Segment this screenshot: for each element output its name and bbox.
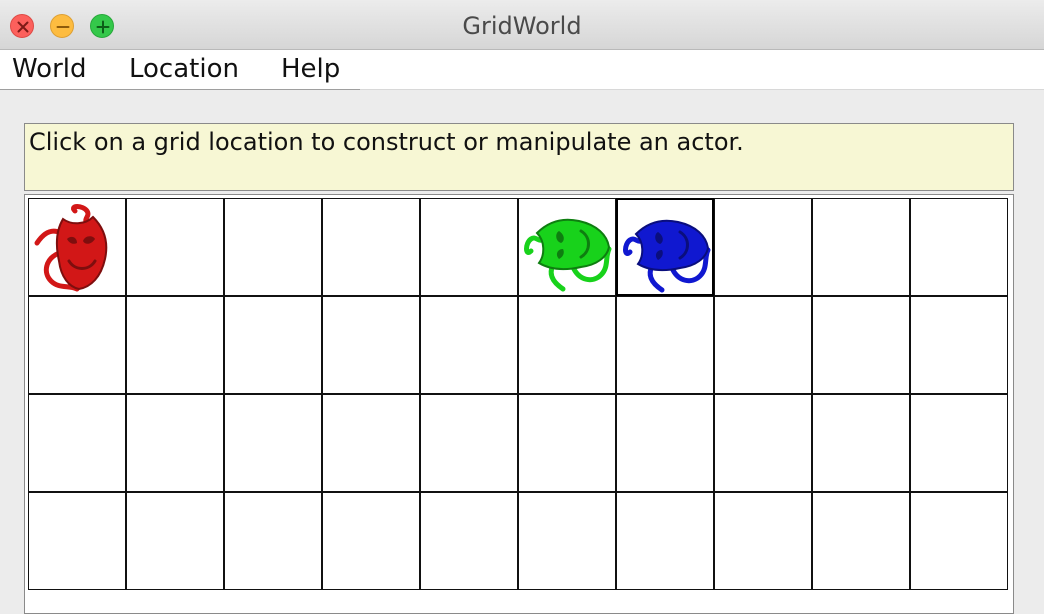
menu-world[interactable]: World <box>12 54 87 84</box>
grid-cell[interactable] <box>518 296 616 394</box>
grid-cell[interactable] <box>28 296 126 394</box>
grid-cell[interactable] <box>714 394 812 492</box>
grid-cell[interactable] <box>224 492 322 590</box>
grid-cell[interactable] <box>322 492 420 590</box>
grid-cell[interactable] <box>812 198 910 296</box>
grid-cell[interactable] <box>616 296 714 394</box>
window-title: GridWorld <box>462 12 582 40</box>
grid-cell[interactable] <box>420 492 518 590</box>
grid-cell[interactable] <box>28 394 126 492</box>
grid-cell[interactable] <box>518 394 616 492</box>
message-text: Click on a grid location to construct or… <box>29 128 744 156</box>
grid-cell-selected[interactable] <box>616 198 714 296</box>
window-title-bar: GridWorld <box>0 0 1044 50</box>
bug-icon <box>623 219 711 293</box>
grid-cell[interactable] <box>616 492 714 590</box>
grid-cell[interactable] <box>910 198 1008 296</box>
grid-cell[interactable] <box>714 492 812 590</box>
grid-cell[interactable] <box>420 198 518 296</box>
grid-cell[interactable] <box>518 492 616 590</box>
grid-cell[interactable] <box>322 296 420 394</box>
bug-icon <box>524 218 612 292</box>
menu-help[interactable]: Help <box>281 54 340 84</box>
grid-cell[interactable] <box>812 492 910 590</box>
grid-cell[interactable] <box>126 492 224 590</box>
grid-cell[interactable] <box>126 198 224 296</box>
menu-bar-filler <box>360 50 1044 90</box>
grid-cell[interactable] <box>126 296 224 394</box>
grid-cell[interactable] <box>910 492 1008 590</box>
grid-cell[interactable] <box>420 394 518 492</box>
grid-cell[interactable] <box>714 296 812 394</box>
grid-cell[interactable] <box>420 296 518 394</box>
grid-cell[interactable] <box>322 394 420 492</box>
message-panel: Click on a grid location to construct or… <box>24 123 1014 191</box>
grid-cell[interactable] <box>322 198 420 296</box>
grid-cell[interactable] <box>224 394 322 492</box>
grid-panel[interactable] <box>24 194 1014 614</box>
menu-location[interactable]: Location <box>129 54 239 84</box>
bug-icon <box>34 204 108 292</box>
grid-cell[interactable] <box>28 492 126 590</box>
grid-cell[interactable] <box>714 198 812 296</box>
grid-cell[interactable] <box>812 296 910 394</box>
grid-cell[interactable] <box>28 198 126 296</box>
grid-cell[interactable] <box>910 394 1008 492</box>
grid-cell[interactable] <box>518 198 616 296</box>
grid-cell[interactable] <box>812 394 910 492</box>
grid-cell[interactable] <box>910 296 1008 394</box>
grid-cell[interactable] <box>224 296 322 394</box>
menu-bar: World Location Help <box>0 50 360 90</box>
grid-cell[interactable] <box>224 198 322 296</box>
grid-cell[interactable] <box>616 394 714 492</box>
grid-cell[interactable] <box>126 394 224 492</box>
